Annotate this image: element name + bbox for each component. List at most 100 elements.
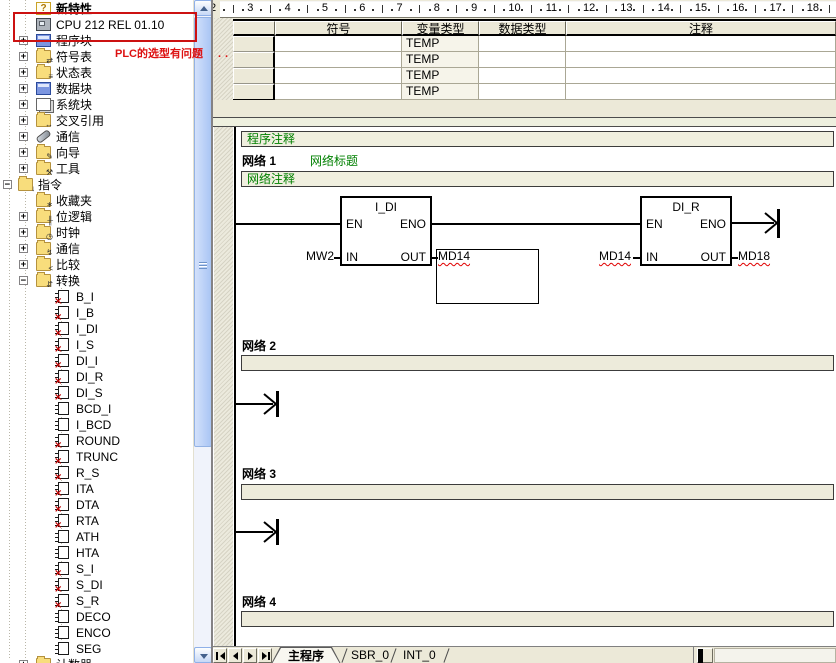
function-block-di-r[interactable]: DI_R EN ENO IN OUT xyxy=(640,196,732,266)
operand-md14-out[interactable]: MD14 xyxy=(438,250,470,263)
table-cell-symbol[interactable] xyxy=(275,68,402,84)
next-tab-button[interactable] xyxy=(243,648,257,663)
expand-icon[interactable]: + xyxy=(19,212,28,221)
tree-item[interactable]: +↯通信 xyxy=(0,241,193,257)
collapse-icon[interactable]: − xyxy=(3,180,12,189)
table-cell-var-type[interactable]: TEMP xyxy=(402,68,479,84)
tree-item[interactable]: SEG xyxy=(0,641,193,657)
tree-item[interactable]: ×DI_R xyxy=(0,369,193,385)
tree-item[interactable]: ×TRUNC xyxy=(0,449,193,465)
operand-md18[interactable]: MD18 xyxy=(738,250,770,263)
table-cell-data-type[interactable] xyxy=(479,36,566,52)
tree-item[interactable]: +系统块 xyxy=(0,97,193,113)
tree-item[interactable]: ENCO xyxy=(0,625,193,641)
expand-icon[interactable]: + xyxy=(19,132,28,141)
tree-item[interactable]: ×I_DI xyxy=(0,321,193,337)
collapse-icon[interactable]: − xyxy=(19,276,28,285)
tree-item[interactable]: +◷时钟 xyxy=(0,225,193,241)
tree-item[interactable]: ×S_DI xyxy=(0,577,193,593)
tree-vertical-scrollbar[interactable] xyxy=(193,0,211,663)
tree-item[interactable]: ×DI_I xyxy=(0,353,193,369)
expand-icon[interactable]: + xyxy=(19,52,28,61)
tree-item[interactable]: +⊞计数器 xyxy=(0,657,193,663)
expand-icon[interactable]: + xyxy=(19,84,28,93)
tree-item[interactable]: +✎向导 xyxy=(0,145,193,161)
tree-item[interactable]: BCD_I xyxy=(0,401,193,417)
tab-main-program[interactable]: 主程序 xyxy=(272,648,340,663)
tree-item[interactable]: DECO xyxy=(0,609,193,625)
table-cell-data-type[interactable] xyxy=(479,68,566,84)
ladder-horizontal-scrollbar[interactable] xyxy=(694,647,836,663)
table-cell-comment[interactable] xyxy=(566,68,836,84)
tree-item[interactable]: ×I_S xyxy=(0,337,193,353)
network-2-label[interactable]: 网络 2 xyxy=(242,337,276,354)
tree-item[interactable]: ×B_I xyxy=(0,289,193,305)
tree-item[interactable]: ×S_R xyxy=(0,593,193,609)
network-1-comment-box[interactable]: 网络注释 xyxy=(241,171,834,187)
tree-item[interactable]: ∗收藏夹 xyxy=(0,193,193,209)
tree-item[interactable]: −⇵转换 xyxy=(0,273,193,289)
row-header[interactable] xyxy=(233,68,275,84)
row-header[interactable] xyxy=(233,36,275,52)
tree-item[interactable]: HTA xyxy=(0,545,193,561)
table-cell-var-type[interactable]: TEMP xyxy=(402,52,479,68)
tree-item[interactable]: ×DTA xyxy=(0,497,193,513)
tab-int-0[interactable]: INT_0 xyxy=(403,647,436,663)
table-cell-symbol[interactable] xyxy=(275,84,402,100)
expand-icon[interactable]: + xyxy=(19,116,28,125)
table-cell-var-type[interactable]: TEMP xyxy=(402,84,479,100)
scroll-down-button[interactable] xyxy=(194,647,212,663)
row-header[interactable] xyxy=(233,84,275,100)
tree-item[interactable]: +通信 xyxy=(0,129,193,145)
scroll-thumb[interactable] xyxy=(194,17,212,447)
expand-icon[interactable]: + xyxy=(19,68,28,77)
tree-item[interactable]: ×ROUND xyxy=(0,433,193,449)
table-cell-comment[interactable] xyxy=(566,84,836,100)
expand-icon[interactable]: + xyxy=(19,228,28,237)
expand-icon[interactable]: + xyxy=(19,244,28,253)
program-comment-box[interactable]: 程序注释 xyxy=(241,131,834,147)
row-header[interactable] xyxy=(233,52,275,68)
operand-md14-in[interactable]: MD14 xyxy=(599,250,631,263)
expand-icon[interactable]: + xyxy=(19,260,28,269)
tree-item[interactable]: ×RTA xyxy=(0,513,193,529)
tree-item[interactable]: ATH xyxy=(0,529,193,545)
function-block-i-di[interactable]: I_DI EN ENO IN OUT xyxy=(340,196,432,266)
tree-item[interactable]: ×I_B xyxy=(0,305,193,321)
tree-item[interactable]: I_BCD xyxy=(0,417,193,433)
expand-icon[interactable]: + xyxy=(19,164,28,173)
tree-item[interactable]: +⚒工具 xyxy=(0,161,193,177)
network-2-title-bar[interactable] xyxy=(241,355,834,371)
tree-item[interactable]: +数据块 xyxy=(0,81,193,97)
network-4-label[interactable]: 网络 4 xyxy=(242,593,276,610)
network-3-title-bar[interactable] xyxy=(241,484,834,500)
operand-mw2[interactable]: MW2 xyxy=(306,250,334,263)
tree-item[interactable]: −↓指令 xyxy=(0,177,193,193)
tree-item[interactable]: +≡状态表 xyxy=(0,65,193,81)
pane-splitter[interactable] xyxy=(213,100,836,127)
expand-icon[interactable]: + xyxy=(19,100,28,109)
scroll-track[interactable] xyxy=(714,648,836,663)
tree-item[interactable]: +╫位逻辑 xyxy=(0,209,193,225)
first-tab-button[interactable] xyxy=(213,648,227,663)
tab-sbr-0[interactable]: SBR_0 xyxy=(351,647,389,663)
network-1-title[interactable]: 网络标题 xyxy=(310,152,358,169)
tree-item[interactable]: +<比较 xyxy=(0,257,193,273)
tree-item[interactable]: ×S_I xyxy=(0,561,193,577)
tree-item[interactable]: +↔交叉引用 xyxy=(0,113,193,129)
table-cell-comment[interactable] xyxy=(566,52,836,68)
expand-icon[interactable]: + xyxy=(19,148,28,157)
table-cell-data-type[interactable] xyxy=(479,52,566,68)
table-cell-comment[interactable] xyxy=(566,36,836,52)
previous-tab-button[interactable] xyxy=(228,648,242,663)
tree-item[interactable]: ×DI_S xyxy=(0,385,193,401)
tree-item[interactable]: ×ITA xyxy=(0,481,193,497)
network-3-label[interactable]: 网络 3 xyxy=(242,465,276,482)
tree-item[interactable]: ×R_S xyxy=(0,465,193,481)
table-cell-symbol[interactable] xyxy=(275,52,402,68)
table-cell-var-type[interactable]: TEMP xyxy=(402,36,479,52)
scroll-left-button[interactable] xyxy=(697,648,713,663)
table-cell-symbol[interactable] xyxy=(275,36,402,52)
network-4-title-bar[interactable] xyxy=(241,611,834,627)
last-tab-button[interactable] xyxy=(258,648,272,663)
